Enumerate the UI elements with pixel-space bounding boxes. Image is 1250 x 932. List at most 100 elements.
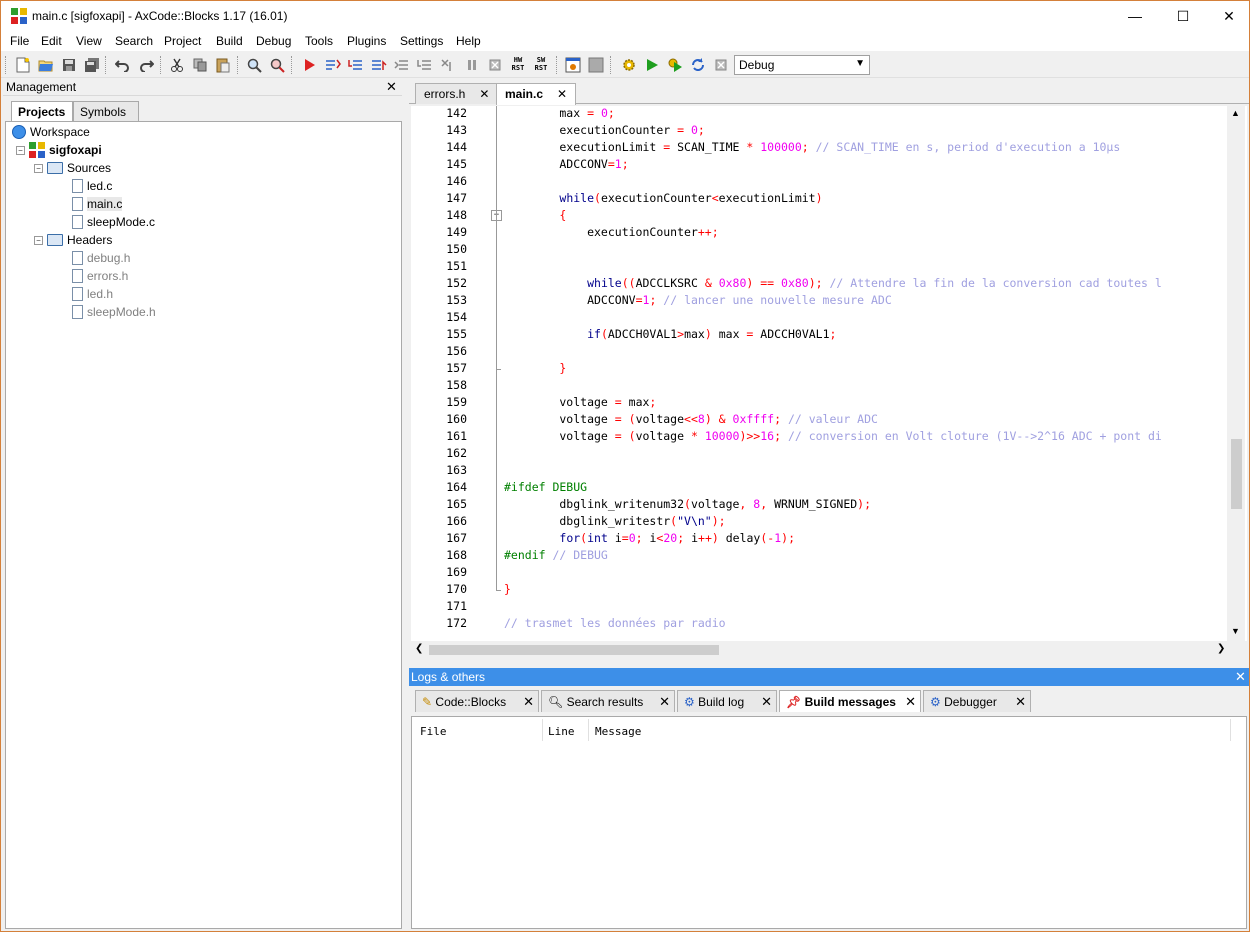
sw-reset-button[interactable]: SW RST: [531, 56, 551, 74]
tab-label: Build messages: [804, 695, 896, 709]
copy-icon[interactable]: [191, 56, 209, 74]
column-header-line[interactable]: Line: [548, 725, 575, 738]
menu-tools[interactable]: Tools: [305, 34, 333, 48]
tree-node-file[interactable]: sleepMode.h: [72, 303, 156, 321]
scrollbar-thumb[interactable]: [429, 645, 719, 655]
undo-icon[interactable]: [113, 56, 131, 74]
menu-edit[interactable]: Edit: [41, 34, 62, 48]
build-messages-list[interactable]: File Line Message: [411, 716, 1247, 929]
paste-icon[interactable]: [214, 56, 232, 74]
tree-node-project[interactable]: − sigfoxapi: [16, 141, 102, 159]
column-divider: [1230, 719, 1231, 741]
close-tab-icon[interactable]: ✕: [761, 694, 772, 710]
tree-label: led.c: [87, 179, 113, 193]
run-to-cursor-icon[interactable]: [301, 56, 319, 74]
menu-settings[interactable]: Settings: [400, 34, 443, 48]
code-token: 16: [760, 429, 775, 443]
rebuild-icon[interactable]: [689, 56, 707, 74]
management-panel-title: Management ✕: [3, 78, 402, 96]
close-button[interactable]: ✕: [1206, 1, 1250, 31]
tab-projects[interactable]: Projects: [11, 101, 73, 122]
redo-icon[interactable]: [138, 56, 156, 74]
menu-plugins[interactable]: Plugins: [347, 34, 386, 48]
save-icon[interactable]: [60, 56, 78, 74]
close-icon[interactable]: ✕: [1235, 669, 1246, 685]
line-number: 164: [446, 480, 467, 494]
tab-main-c[interactable]: main.c ✕: [496, 83, 577, 105]
tree-node-workspace[interactable]: Workspace: [12, 123, 90, 141]
collapse-icon[interactable]: −: [34, 235, 43, 245]
next-instruction-icon[interactable]: [393, 56, 411, 74]
debug-window-icon[interactable]: [564, 56, 582, 74]
tab-errors-h[interactable]: errors.h ✕: [415, 83, 499, 104]
break-debugger-icon[interactable]: [439, 56, 457, 74]
save-all-icon[interactable]: [83, 56, 101, 74]
close-tab-icon[interactable]: ✕: [905, 694, 916, 710]
abort-build-icon[interactable]: [712, 56, 730, 74]
open-file-icon[interactable]: [37, 56, 55, 74]
scroll-left-icon[interactable]: ❮: [415, 643, 423, 654]
scroll-right-icon[interactable]: ❯: [1217, 643, 1225, 654]
tab-debugger[interactable]: ⚙ Debugger ✕: [923, 690, 1031, 712]
scroll-up-icon[interactable]: ▲: [1231, 108, 1240, 118]
run-icon[interactable]: [643, 56, 661, 74]
tree-node-file[interactable]: debug.h: [72, 249, 130, 267]
horizontal-scrollbar[interactable]: ❮ ❯: [411, 641, 1247, 658]
close-tab-icon[interactable]: ✕: [557, 87, 567, 101]
step-out-icon[interactable]: [370, 56, 388, 74]
cut-icon[interactable]: [168, 56, 186, 74]
build-gear-icon[interactable]: [620, 56, 638, 74]
tree-node-sources[interactable]: − Sources: [34, 159, 111, 177]
minimize-button[interactable]: —: [1112, 1, 1158, 31]
scroll-down-icon[interactable]: ▼: [1231, 626, 1240, 636]
column-header-message[interactable]: Message: [595, 725, 641, 738]
tab-symbols[interactable]: Symbols: [73, 101, 139, 121]
tab-build-log[interactable]: ⚙ Build log ✕: [677, 690, 777, 712]
vertical-scrollbar[interactable]: ▲ ▼: [1227, 106, 1245, 641]
menu-help[interactable]: Help: [456, 34, 481, 48]
close-tab-icon[interactable]: ✕: [523, 694, 534, 710]
tree-node-file[interactable]: led.c: [72, 177, 112, 195]
code-token: );: [711, 514, 726, 528]
info-window-icon[interactable]: [587, 56, 605, 74]
build-and-run-icon[interactable]: [666, 56, 684, 74]
step-into-icon[interactable]: [347, 56, 365, 74]
tree-node-file[interactable]: main.c: [72, 195, 123, 213]
scrollbar-thumb[interactable]: [1231, 439, 1242, 509]
step-into-instruction-icon[interactable]: [416, 56, 434, 74]
menu-build[interactable]: Build: [216, 34, 243, 48]
close-tab-icon[interactable]: ✕: [1015, 694, 1026, 710]
tree-node-file[interactable]: errors.h: [72, 267, 128, 285]
maximize-button[interactable]: ☐: [1160, 1, 1206, 31]
close-tab-icon[interactable]: ✕: [479, 87, 489, 101]
tab-search-results[interactable]: 🔍︎ Search results ✕: [541, 690, 675, 712]
menu-file[interactable]: File: [10, 34, 29, 48]
tree-node-headers[interactable]: − Headers: [34, 231, 112, 249]
code-token: "V\n": [677, 514, 712, 528]
tree-node-file[interactable]: sleepMode.c: [72, 213, 155, 231]
replace-icon[interactable]: [268, 56, 286, 74]
close-icon[interactable]: ✕: [386, 79, 397, 95]
code-token: 0: [690, 123, 698, 137]
code-editor[interactable]: 142 143 144 145 146 147 148 149 150 151 152 153 154 1…: [411, 106, 1247, 641]
collapse-icon[interactable]: −: [34, 163, 43, 173]
menu-project[interactable]: Project: [164, 34, 201, 48]
find-icon[interactable]: [245, 56, 263, 74]
new-file-icon[interactable]: [14, 56, 32, 74]
tab-build-messages[interactable]: 📌︎ Build messages ✕: [779, 690, 921, 712]
pause-icon[interactable]: [463, 56, 481, 74]
tree-node-file[interactable]: led.h: [72, 285, 113, 303]
collapse-icon[interactable]: −: [16, 145, 25, 155]
code-line: }: [504, 361, 566, 375]
menu-search[interactable]: Search: [115, 34, 153, 48]
build-target-select[interactable]: Debug ▼: [734, 55, 870, 75]
tab-codeblocks-log[interactable]: ✎ Code::Blocks ✕: [415, 690, 539, 712]
close-tab-icon[interactable]: ✕: [659, 694, 670, 710]
column-header-file[interactable]: File: [420, 725, 447, 738]
line-number: 161: [446, 429, 467, 443]
hw-reset-button[interactable]: HW RST: [508, 56, 528, 74]
menu-debug[interactable]: Debug: [256, 34, 291, 48]
menu-view[interactable]: View: [76, 34, 102, 48]
stop-debugger-icon[interactable]: [486, 56, 504, 74]
next-line-icon[interactable]: [324, 56, 342, 74]
